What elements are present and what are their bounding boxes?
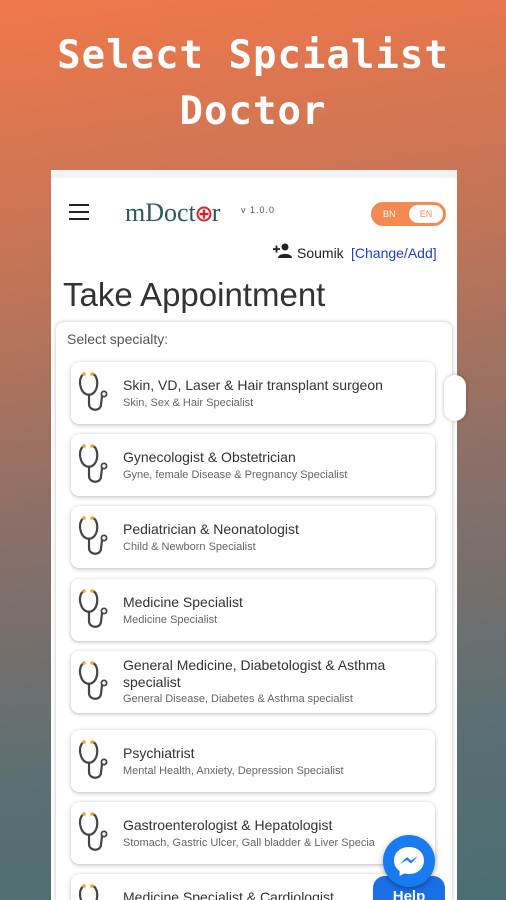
specialty-title: Skin, VD, Laser & Hair transplant surgeo… [123, 377, 383, 393]
status-bar [51, 170, 457, 178]
app-logo: mDoct r [125, 198, 220, 228]
specialty-item[interactable]: General Medicine, Diabetologist & Asthma… [71, 651, 435, 713]
stethoscope-icon [76, 587, 118, 633]
stethoscope-icon [76, 882, 118, 900]
lang-option-en[interactable]: EN [409, 205, 443, 223]
specialty-item[interactable]: Skin, VD, Laser & Hair transplant surgeo… [71, 362, 435, 424]
logo-text-end: r [211, 198, 221, 227]
specialty-item[interactable]: Gastroenterologist & Hepatologist Stomach… [71, 802, 435, 864]
change-user-link[interactable]: [Change/Add] [351, 245, 437, 261]
specialty-subtitle: Medicine Specialist [123, 614, 218, 626]
page-title: Take Appointment [63, 276, 326, 313]
stethoscope-icon [76, 370, 118, 416]
stethoscope-icon [76, 810, 118, 856]
specialty-label: Select specialty: [67, 331, 169, 347]
specialty-title: Gynecologist & Obstetrician [123, 449, 296, 465]
logo-cross-icon [196, 206, 212, 222]
person-add-icon [273, 243, 292, 258]
specialty-title: Medicine Specialist [123, 594, 243, 610]
stethoscope-icon [76, 442, 118, 488]
app-version: v 1.0.0 [241, 205, 276, 215]
specialty-subtitle: Mental Health, Anxiety, Depression Speci… [123, 765, 344, 777]
user-name: Soumik [297, 245, 344, 261]
hamburger-menu-icon[interactable] [69, 204, 89, 220]
language-toggle[interactable]: BN EN [371, 202, 446, 226]
stethoscope-icon [76, 514, 118, 560]
specialty-subtitle: Skin, Sex & Hair Specialist [123, 397, 254, 409]
specialty-title: General Medicine, Diabetologist & Asthma… [123, 657, 386, 690]
user-row: Soumik [Change/Add] [51, 238, 457, 266]
specialty-title: Psychiatrist [123, 745, 195, 761]
specialty-item[interactable]: Medicine Specialist Medicine Specialist [71, 579, 435, 641]
promo-title-line-1: Select Spcialist [57, 33, 449, 78]
specialty-title: Pediatrician & Neonatologist [123, 521, 299, 537]
stethoscope-icon [76, 738, 118, 784]
lang-option-bn[interactable]: BN [383, 209, 396, 219]
app-screen: mDoct r v 1.0.0 BN EN Soumik [Change/Add]… [51, 170, 457, 900]
promo-title: Select Spcialist Doctor [0, 28, 506, 140]
messenger-chat-button[interactable] [383, 835, 435, 887]
specialty-subtitle: Stomach, Gastric Ulcer, Gall bladder & L… [123, 837, 375, 849]
stethoscope-icon [76, 659, 118, 705]
messenger-icon [394, 847, 424, 876]
specialty-item[interactable]: Gynecologist & Obstetrician Gyne, female … [71, 434, 435, 496]
specialty-title: Gastroenterologist & Hepatologist [123, 817, 333, 833]
scroll-indicator[interactable] [444, 375, 466, 421]
specialty-subtitle: Gyne, female Disease & Pregnancy Special… [123, 469, 348, 481]
specialty-item[interactable]: Psychiatrist Mental Health, Anxiety, Depr… [71, 730, 435, 792]
logo-text: mDoct [125, 198, 196, 227]
specialty-item[interactable]: Pediatrician & Neonatologist Child & Newb… [71, 506, 435, 568]
specialty-subtitle: Child & Newborn Specialist [123, 541, 256, 553]
specialty-subtitle: General Disease, Diabetes & Asthma speci… [123, 693, 353, 705]
specialty-list-card: Select specialty: Skin, VD, Laser & Hair… [56, 322, 452, 900]
promo-title-line-2: Doctor [179, 89, 327, 134]
top-bar: mDoct r v 1.0.0 BN EN [51, 178, 457, 238]
